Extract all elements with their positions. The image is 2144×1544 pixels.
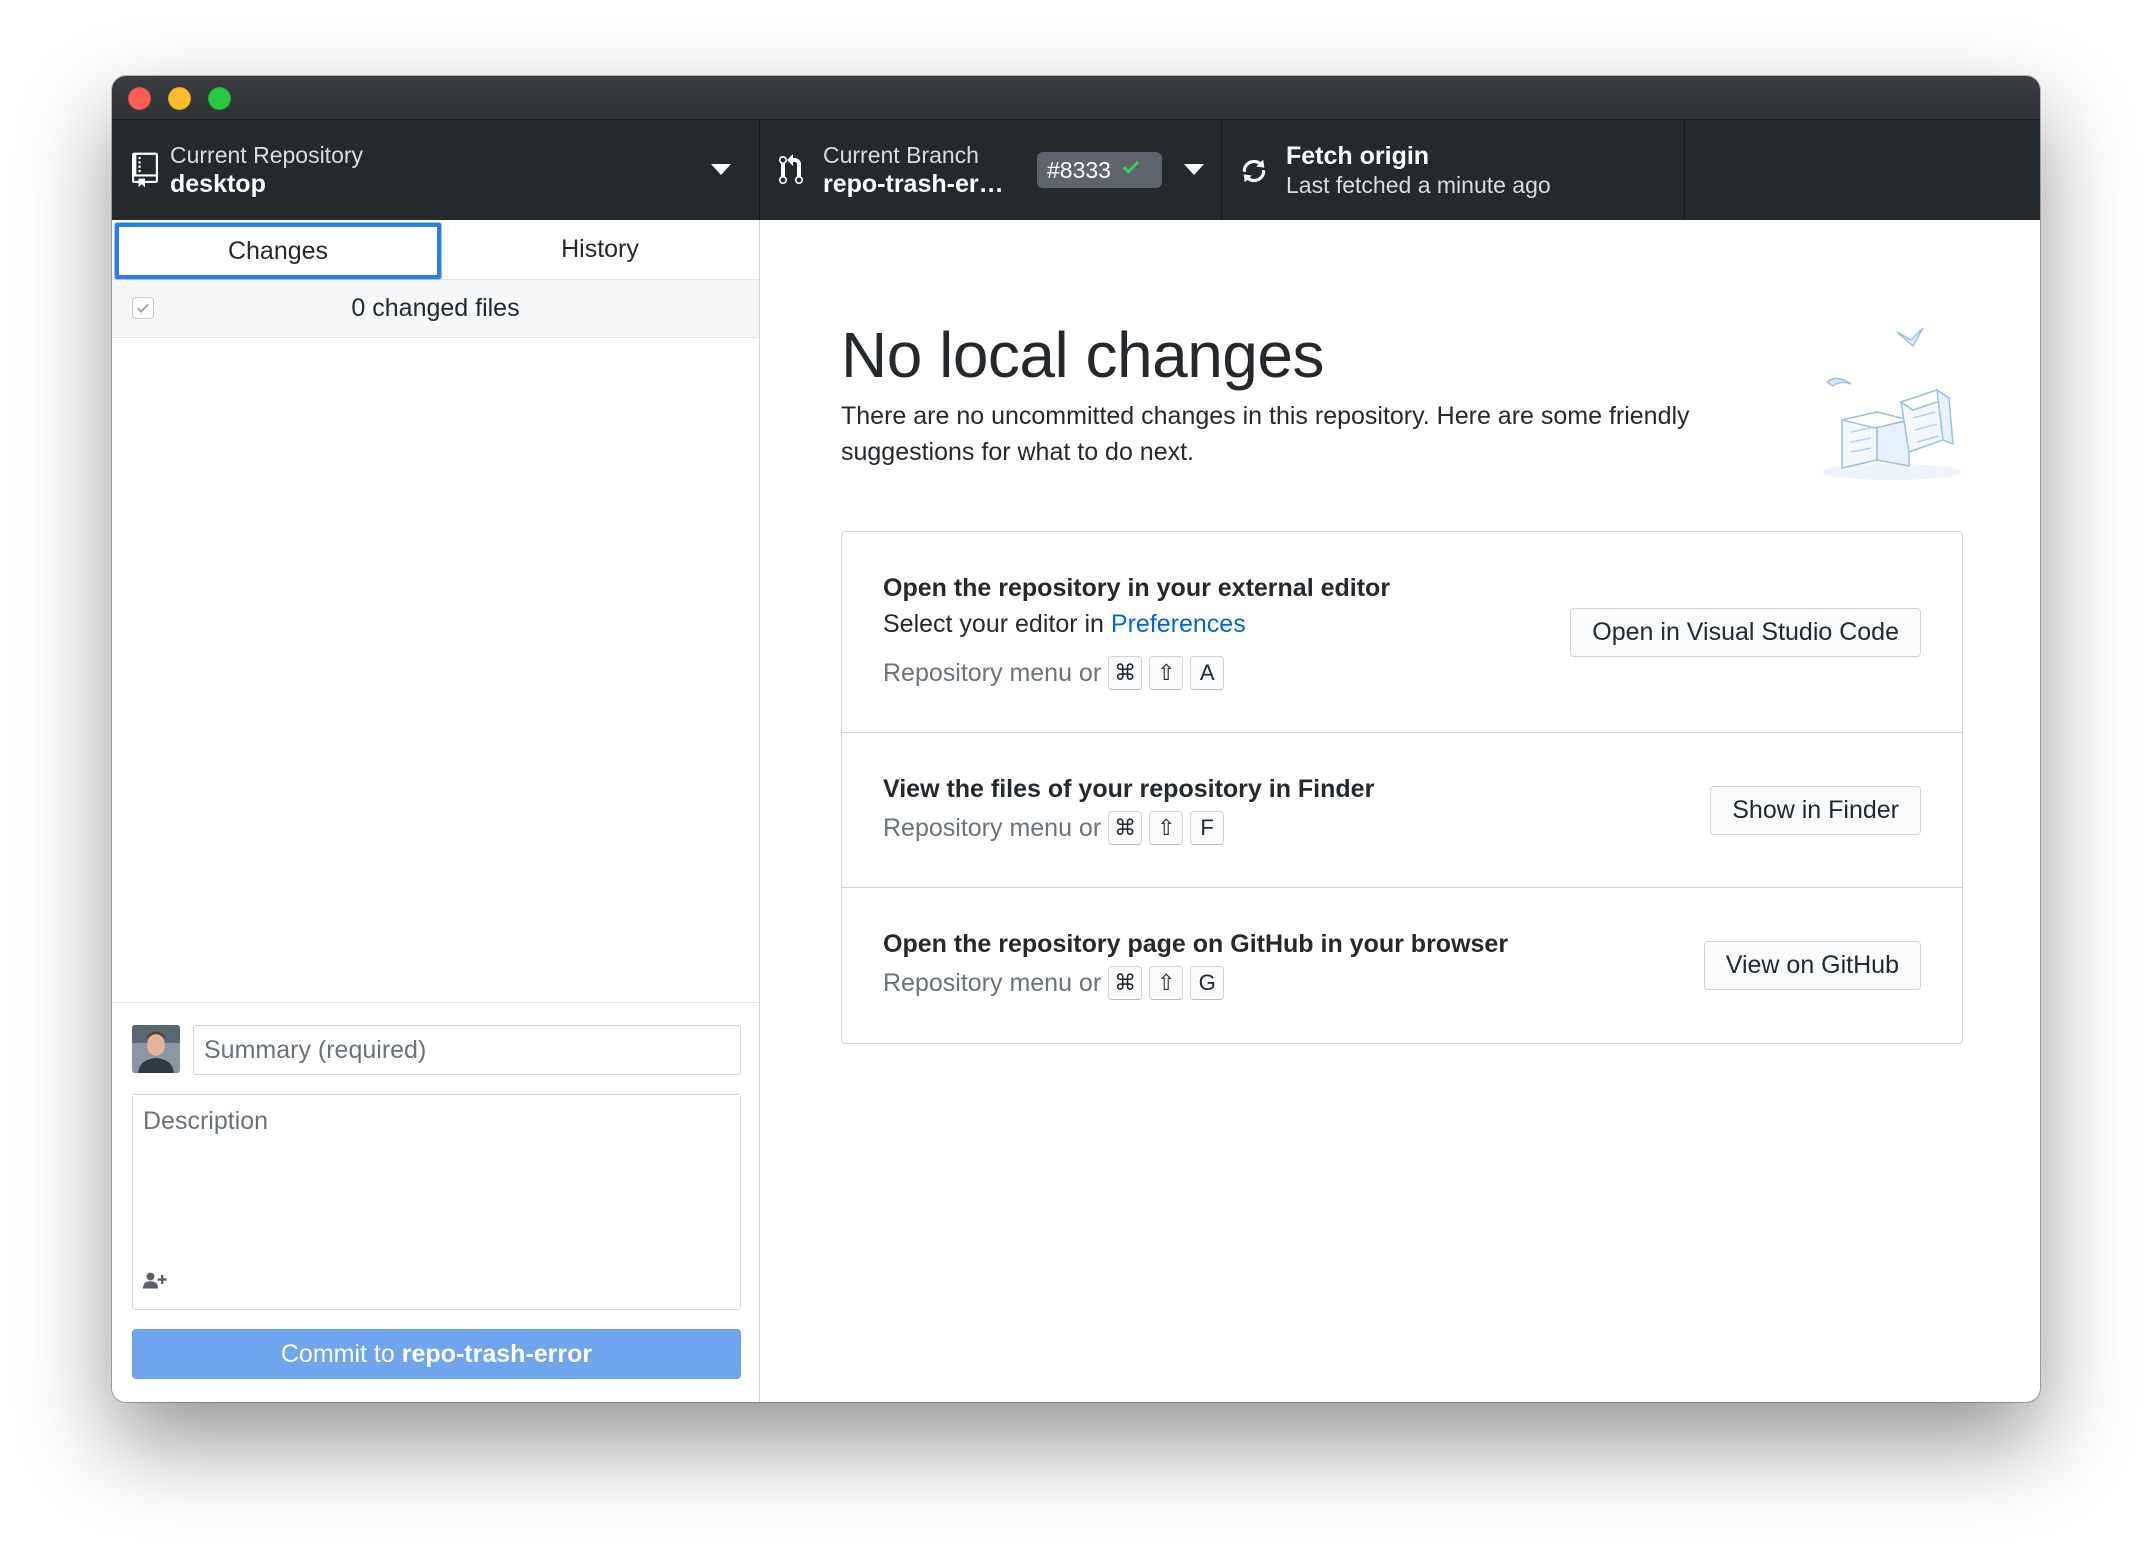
key-shift: ⇧ <box>1149 656 1184 690</box>
action-view-on-github: Open the repository page on GitHub in yo… <box>842 888 1962 1043</box>
show-in-finder-button[interactable]: Show in Finder <box>1710 786 1921 835</box>
app-window: Current Repository desktop Current Branc… <box>112 76 2040 1402</box>
page-description: There are no uncommitted changes in this… <box>841 402 1690 466</box>
git-branch-icon <box>778 154 804 191</box>
close-window-button[interactable] <box>128 87 151 110</box>
action-open-editor: Open the repository in your external edi… <box>842 532 1962 733</box>
person-add-icon[interactable] <box>143 1272 167 1295</box>
shortcut-prefix: Repository menu or <box>883 813 1102 842</box>
changes-list-header: 0 changed files <box>112 280 759 338</box>
commit-message-area: Commit to repo-trash-error <box>112 1002 759 1402</box>
action-title: Open the repository page on GitHub in yo… <box>883 930 1509 958</box>
key-command: ⌘ <box>1108 966 1143 1000</box>
zoom-window-button[interactable] <box>208 87 231 110</box>
description-input[interactable] <box>133 1095 740 1265</box>
commit-button-branch: repo-trash-error <box>401 1339 593 1368</box>
action-title: View the files of your repository in Fin… <box>883 775 1375 803</box>
no-changes-view: No local changes There are no uncommitte… <box>760 220 2040 1402</box>
open-in-editor-button[interactable]: Open in Visual Studio Code <box>1570 608 1921 657</box>
repo-icon <box>132 152 158 193</box>
shortcut-prefix: Repository menu or <box>883 968 1102 997</box>
changed-files-count: 0 changed files <box>351 294 520 322</box>
action-title: Open the repository in your external edi… <box>883 574 1391 602</box>
suggested-actions: Open the repository in your external edi… <box>841 531 1963 1044</box>
current-repository-label: Current Repository <box>170 142 364 168</box>
action-subtitle-text: Select your editor in <box>883 610 1104 638</box>
keyboard-shortcut: Repository menu or ⌘ ⇧ A <box>883 656 1225 690</box>
shortcut-prefix: Repository menu or <box>883 658 1102 687</box>
key-letter: A <box>1190 656 1225 690</box>
select-all-checkbox[interactable] <box>132 297 154 319</box>
tab-changes[interactable]: Changes <box>115 223 441 279</box>
current-branch-dropdown[interactable]: Current Branch repo-trash-er… #8333 <box>760 120 1222 220</box>
minimize-window-button[interactable] <box>168 87 191 110</box>
check-icon <box>1119 156 1143 184</box>
boxes-illustration <box>1817 320 1967 505</box>
summary-input[interactable] <box>193 1025 741 1075</box>
description-field <box>132 1094 741 1310</box>
check-icon <box>137 303 149 313</box>
title-bar <box>112 76 2040 120</box>
key-shift: ⇧ <box>1149 966 1184 1000</box>
avatar <box>132 1025 180 1073</box>
key-letter: G <box>1190 966 1225 1000</box>
current-repository-name: desktop <box>170 170 266 198</box>
current-branch-label: Current Branch <box>823 142 979 168</box>
view-on-github-button[interactable]: View on GitHub <box>1703 941 1921 990</box>
pull-request-number: #8333 <box>1047 156 1111 183</box>
key-command: ⌘ <box>1108 811 1143 845</box>
toolbar: Current Repository desktop Current Branc… <box>112 120 2040 220</box>
action-subtitle: Select your editor in Preferences <box>883 610 1246 639</box>
fetch-origin-label: Fetch origin <box>1286 142 1430 170</box>
fetch-origin-button[interactable]: Fetch origin Last fetched a minute ago <box>1222 120 1685 220</box>
action-show-in-finder: View the files of your repository in Fin… <box>842 733 1962 888</box>
key-shift: ⇧ <box>1149 811 1184 845</box>
changes-sidebar: Changes History 0 changed files Summary … <box>112 220 760 1402</box>
keyboard-shortcut: Repository menu or ⌘ ⇧ G <box>883 966 1225 1000</box>
key-letter: F <box>1190 811 1225 845</box>
sidebar-tabs: Changes History <box>112 220 759 280</box>
commit-button[interactable]: Commit to repo-trash-error <box>132 1329 741 1379</box>
keyboard-shortcut: Repository menu or ⌘ ⇧ F <box>883 811 1225 845</box>
current-branch-name: repo-trash-er… <box>823 170 1004 198</box>
last-fetched-status: Last fetched a minute ago <box>1286 172 1551 198</box>
pull-request-badge[interactable]: #8333 <box>1037 152 1162 188</box>
sync-icon <box>1240 156 1268 191</box>
chevron-down-icon <box>1184 164 1204 175</box>
chevron-down-icon <box>711 164 731 175</box>
commit-button-prefix: Commit to <box>280 1339 395 1368</box>
preferences-link[interactable]: Preferences <box>1111 610 1246 638</box>
tab-history[interactable]: History <box>441 220 759 279</box>
page-title: No local changes <box>841 319 1324 391</box>
key-command: ⌘ <box>1108 656 1143 690</box>
current-repository-dropdown[interactable]: Current Repository desktop <box>112 120 760 220</box>
